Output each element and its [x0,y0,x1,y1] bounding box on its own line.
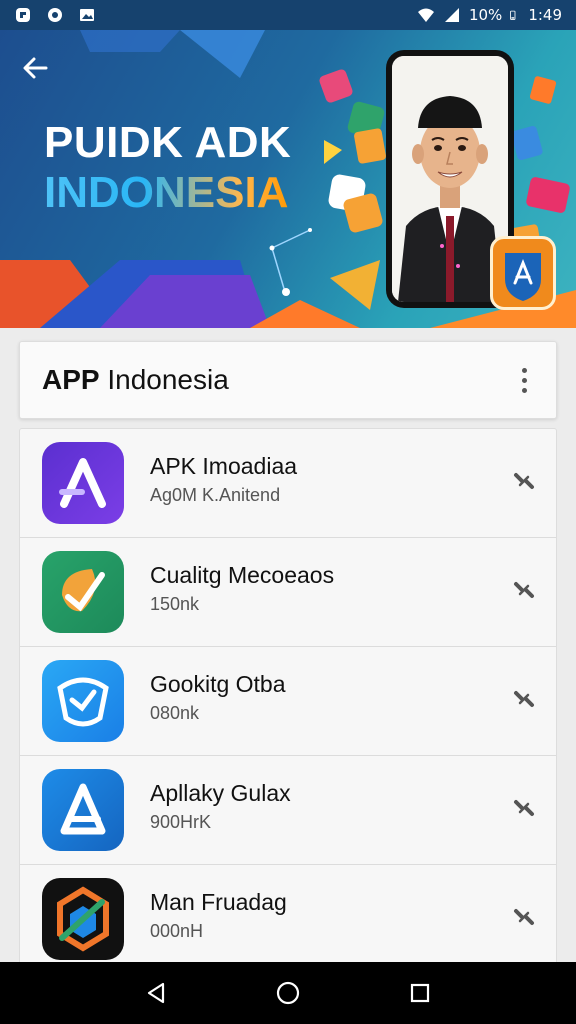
status-bar: 10% 1:49 [0,0,576,30]
square-recents-icon [410,983,430,1003]
wifi-icon [417,8,434,22]
app-list-item-4[interactable]: Apllaky Gulax 900HrK [20,756,556,865]
hero-banner: PUIDK ADK INDONESIA [0,30,576,328]
back-arrow-icon[interactable] [16,48,56,88]
app-name: Apllaky Gulax [150,780,291,806]
dark-hexagon-icon [42,878,124,960]
app-subtitle: 150nk [150,594,200,614]
link-icon[interactable] [508,683,540,715]
blue-speed-shield-icon [42,660,124,742]
nav-home-button[interactable] [268,973,308,1013]
blue-a-arrow-icon [42,769,124,851]
image-notification-icon [80,9,94,21]
nav-recents-button[interactable] [400,973,440,1013]
triangle-back-icon [147,982,165,1004]
circle-home-icon [276,981,300,1005]
app-subtitle: 080nk [150,703,200,723]
app-list-item-5[interactable]: Man Fruadag 000nH [20,865,556,967]
app-name: Cualitg Mecoeaos [150,562,335,588]
battery-percentage: 10% [468,6,503,24]
app-list-item-2[interactable]: Cualitg Mecoeaos 150nk [20,538,556,647]
badge-emblem-icon [505,253,541,301]
status-time: 1:49 [528,6,562,24]
section-title-bold: APP [42,364,100,395]
section-header-card: APP Indonesia [19,341,557,419]
battery-icon [510,10,516,20]
app-name: Gookitg Otba [150,671,286,697]
app-list: APK Imoadiaa Ag0M K.Anitend Cualitg Meco… [19,428,557,968]
banner-title-line2: INDONESIA [44,169,291,216]
app-subtitle: Ag0M K.Anitend [150,485,281,505]
app-subtitle: 000nH [150,921,204,941]
nav-back-button[interactable] [136,973,176,1013]
stylized-a-icon [42,442,124,524]
green-leaf-check-icon [42,551,124,633]
app-name: APK Imoadiaa [150,453,298,479]
notification-app-icon [16,8,30,22]
record-circle-icon [48,8,62,22]
banner-title: PUIDK ADK INDONESIA [44,118,292,216]
link-icon[interactable] [508,901,540,933]
app-subtitle: 900HrK [150,812,212,832]
system-navigation-bar [0,962,576,1024]
app-list-item-3[interactable]: Gookitg Otba 080nk [20,647,556,756]
section-title-rest: Indonesia [99,364,229,395]
section-title: APP Indonesia [42,364,229,396]
app-name: Man Fruadag [150,889,287,915]
brand-badge-logo [490,236,556,310]
link-icon[interactable] [508,792,540,824]
link-icon[interactable] [508,574,540,606]
app-list-item-1[interactable]: APK Imoadiaa Ag0M K.Anitend [20,429,556,538]
signal-icon [444,8,459,22]
banner-title-line1: PUIDK ADK [44,118,292,167]
link-icon[interactable] [508,465,540,497]
more-options-icon[interactable] [514,362,534,398]
